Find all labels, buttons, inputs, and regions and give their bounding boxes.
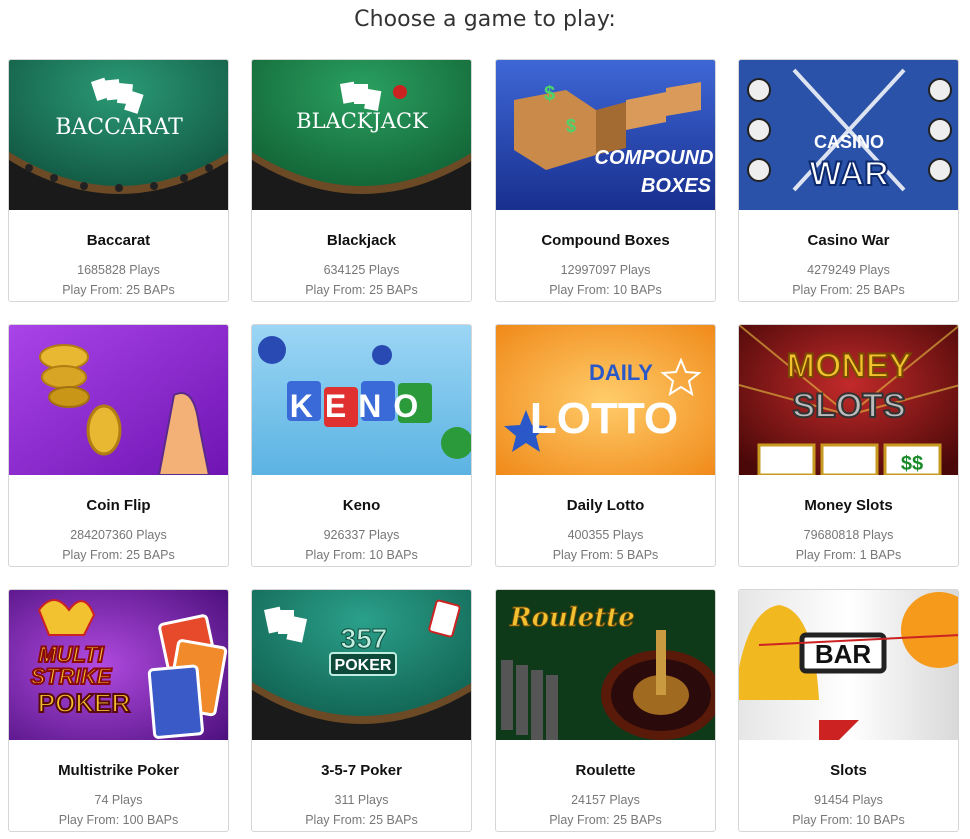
game-min-bet: Play From: 1 BAPs xyxy=(795,548,902,562)
game-plays: 1685828 Plays xyxy=(77,263,160,277)
roulette-art-text: Roulette xyxy=(509,603,635,633)
slots-art-text: BAR xyxy=(815,639,872,669)
baccarat-art-text: BACCARAT xyxy=(55,115,183,140)
357-poker-thumbnail: 357 POKER xyxy=(252,590,471,740)
blackjack-art-text: BLACKJACK xyxy=(296,109,428,133)
war-art-line2: WAR xyxy=(809,155,888,193)
game-card-daily-lotto[interactable]: DAILY LOTTO Daily Lotto 400355 Plays Pla… xyxy=(495,324,716,567)
game-title: Casino War xyxy=(807,232,890,249)
page-title: Choose a game to play: xyxy=(354,7,616,32)
blackjack-thumbnail: BLACKJACK xyxy=(252,60,471,210)
game-plays: 74 Plays xyxy=(94,793,143,807)
daily-lotto-thumbnail: DAILY LOTTO xyxy=(496,325,715,475)
game-min-bet: Play From: 25 BAPs xyxy=(305,283,418,297)
money-art-line1: MONEY xyxy=(787,347,912,385)
game-title: Compound Boxes xyxy=(541,232,670,249)
svg-text:$: $ xyxy=(544,83,555,105)
coin-flip-thumbnail xyxy=(9,325,228,475)
game-title: Blackjack xyxy=(326,232,397,249)
game-plays: 4279249 Plays xyxy=(807,263,890,277)
money-art-line2: SLOTS xyxy=(792,387,905,425)
compound-art-line1: COMPOUND xyxy=(595,147,714,169)
game-plays: 311 Plays xyxy=(334,793,389,807)
game-card-357-poker[interactable]: 357 POKER 3-5-7 Poker 311 Plays Play Fro… xyxy=(251,589,472,832)
game-min-bet: Play From: 25 BAPs xyxy=(62,283,175,297)
multistrike-art-line2: STRIKE xyxy=(31,664,113,689)
game-card-roulette[interactable]: Roulette Roulette 24157 Plays Play From:… xyxy=(495,589,716,832)
game-card-baccarat[interactable]: BACCARAT Baccarat 1685828 Plays Play Fro… xyxy=(8,59,229,302)
war-art-line1: CASINO xyxy=(814,132,884,152)
compound-boxes-thumbnail: $ $ COMPOUND BOXES xyxy=(496,60,715,210)
game-title: Money Slots xyxy=(804,497,893,514)
game-card-coin-flip[interactable]: Coin Flip 284207360 Plays Play From: 25 … xyxy=(8,324,229,567)
game-card-money-slots[interactable]: MONEY SLOTS $$ Money Slots 79680818 Play… xyxy=(738,324,959,567)
game-card-blackjack[interactable]: BLACKJACK Blackjack 634125 Plays Play Fr… xyxy=(251,59,472,302)
357-art-line2: POKER xyxy=(335,657,392,674)
game-card-compound-boxes[interactable]: $ $ COMPOUND BOXES Compound Boxes 129970… xyxy=(495,59,716,302)
game-min-bet: Play From: 25 BAPs xyxy=(305,813,418,827)
game-plays: 91454 Plays xyxy=(814,793,883,807)
game-title: Keno xyxy=(342,497,381,514)
357-art-line1: 357 xyxy=(341,623,388,654)
multistrike-poker-thumbnail: MULTI STRIKE POKER xyxy=(9,590,228,740)
keno-thumbnail: KENO xyxy=(252,325,471,475)
roulette-thumbnail: Roulette xyxy=(496,590,715,740)
game-title: Daily Lotto xyxy=(566,497,645,514)
game-min-bet: Play From: 100 BAPs xyxy=(58,813,179,827)
game-plays: 400355 Plays xyxy=(567,528,644,542)
game-min-bet: Play From: 25 BAPs xyxy=(549,813,662,827)
game-min-bet: Play From: 10 BAPs xyxy=(792,813,905,827)
svg-text:$: $ xyxy=(566,116,576,136)
game-title: Slots xyxy=(830,762,867,779)
game-title: Coin Flip xyxy=(86,497,151,514)
game-card-multistrike-poker[interactable]: MULTI STRIKE POKER Multistrike Poker 74 … xyxy=(8,589,229,832)
compound-art-line2: BOXES xyxy=(641,175,712,197)
keno-art-text: KENO xyxy=(290,388,430,424)
game-min-bet: Play From: 25 BAPs xyxy=(62,548,175,562)
multistrike-art-line3: POKER xyxy=(38,688,131,718)
game-min-bet: Play From: 5 BAPs xyxy=(552,548,659,562)
game-min-bet: Play From: 25 BAPs xyxy=(792,283,905,297)
game-title: Multistrike Poker xyxy=(58,762,179,779)
game-plays: 926337 Plays xyxy=(323,528,400,542)
game-title: Roulette xyxy=(575,762,636,779)
game-plays: 634125 Plays xyxy=(323,263,400,277)
game-plays: 24157 Plays xyxy=(571,793,640,807)
game-plays: 12997097 Plays xyxy=(560,263,651,277)
game-min-bet: Play From: 10 BAPs xyxy=(549,283,662,297)
game-plays: 79680818 Plays xyxy=(803,528,894,542)
casino-war-thumbnail: CASINO WAR xyxy=(739,60,958,210)
game-min-bet: Play From: 10 BAPs xyxy=(305,548,418,562)
game-card-casino-war[interactable]: CASINO WAR Casino War 4279249 Plays Play… xyxy=(738,59,959,302)
game-title: 3-5-7 Poker xyxy=(321,762,402,779)
money-slots-thumbnail: MONEY SLOTS $$ xyxy=(739,325,958,475)
game-plays: 284207360 Plays xyxy=(70,528,167,542)
game-card-slots[interactable]: BAR Slots 91454 Plays Play From: 10 BAPs xyxy=(738,589,959,832)
game-title: Baccarat xyxy=(86,232,151,249)
slots-thumbnail: BAR xyxy=(739,590,958,740)
lotto-art-line2: LOTTO xyxy=(530,394,678,443)
game-card-keno[interactable]: KENO Keno 926337 Plays Play From: 10 BAP… xyxy=(251,324,472,567)
baccarat-thumbnail: BACCARAT xyxy=(9,60,228,210)
svg-text:$$: $$ xyxy=(901,453,923,475)
lotto-art-line1: DAILY xyxy=(589,360,653,385)
